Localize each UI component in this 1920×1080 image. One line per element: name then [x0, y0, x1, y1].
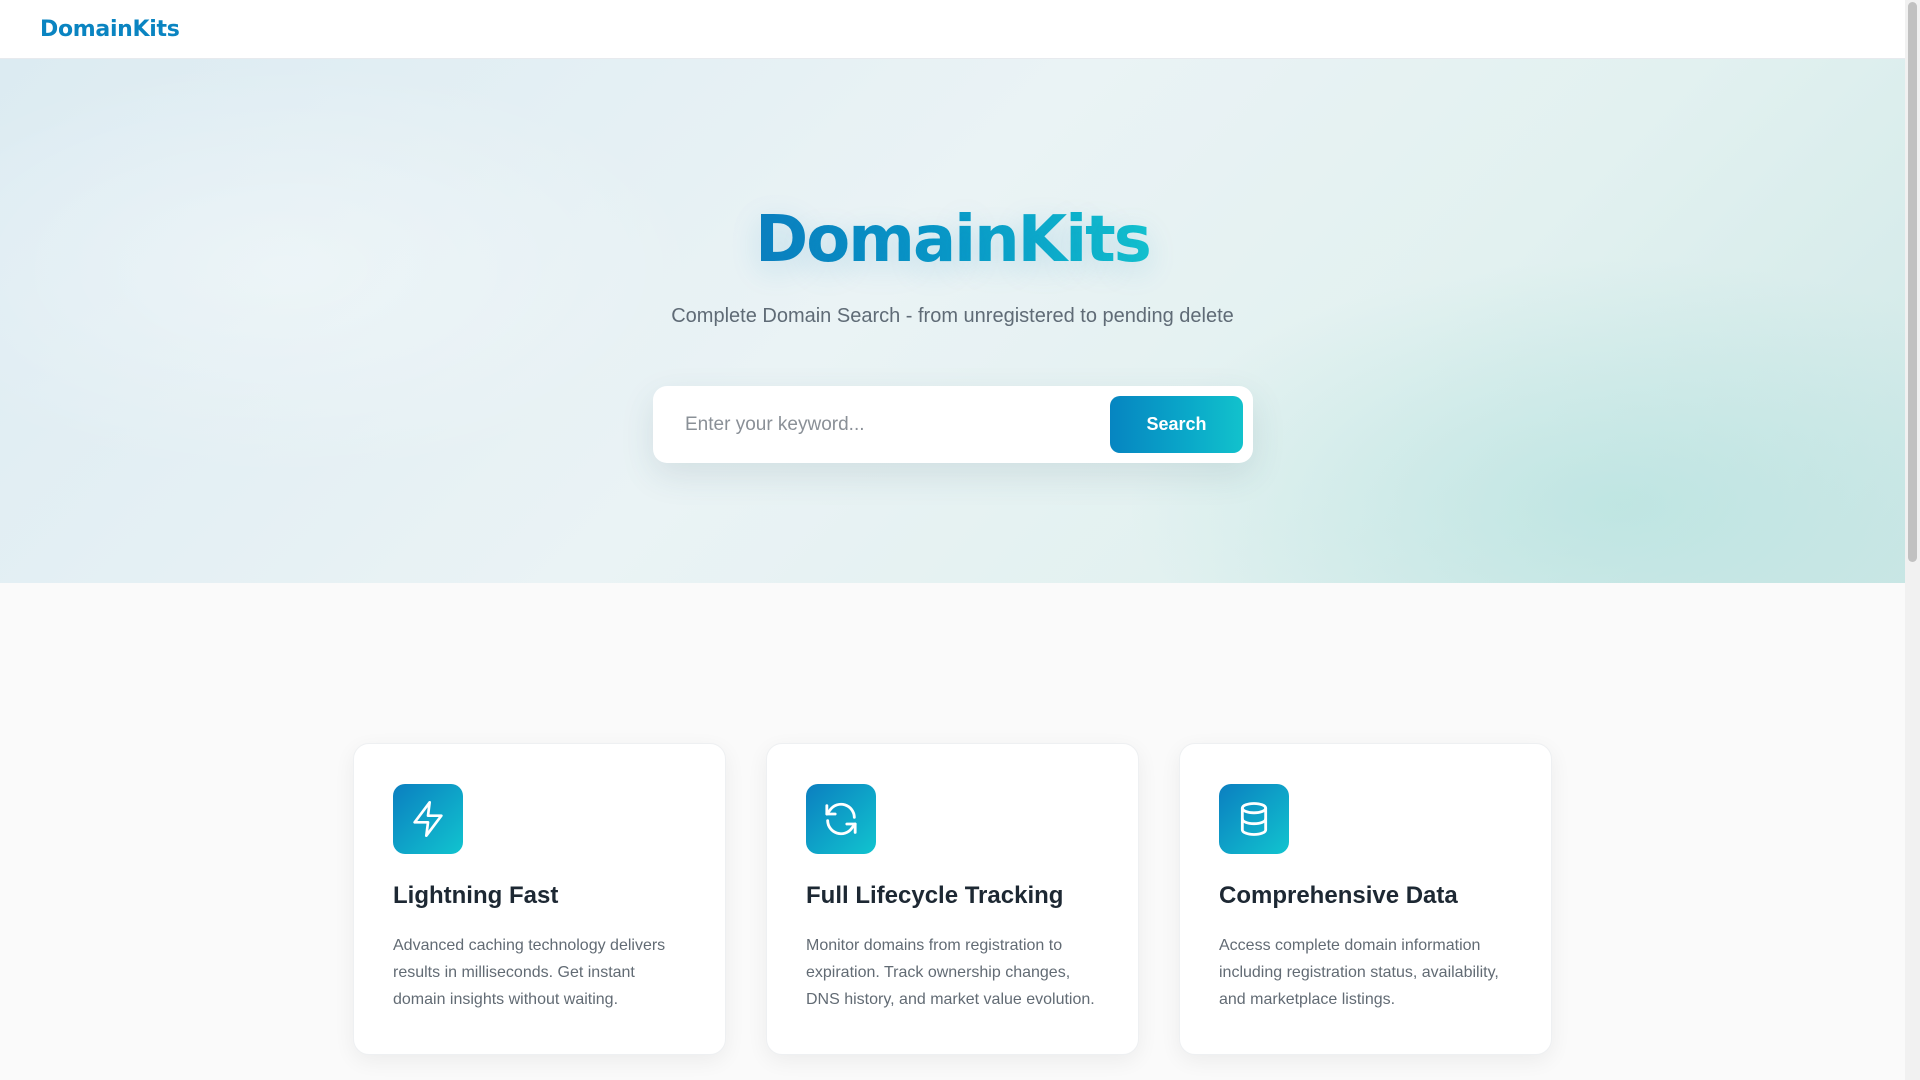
search-box: Search — [653, 386, 1253, 463]
feature-card-lightning-fast: Lightning Fast Advanced caching technolo… — [353, 743, 726, 1055]
hero-section: DomainKits Complete Domain Search - from… — [0, 59, 1905, 583]
page: DomainKits DomainKits Complete Domain Se… — [0, 0, 1920, 1080]
database-icon — [1219, 784, 1289, 854]
feature-title: Comprehensive Data — [1219, 882, 1458, 909]
scrollbar-thumb[interactable] — [1908, 2, 1917, 562]
feature-card-comprehensive-data: Comprehensive Data Access complete domai… — [1179, 743, 1552, 1055]
brand-logo-link[interactable]: DomainKits — [40, 17, 180, 42]
feature-title: Full Lifecycle Tracking — [806, 882, 1064, 909]
hero-title-text: DomainKits — [755, 203, 1152, 277]
refresh-cycle-icon — [806, 784, 876, 854]
feature-card-lifecycle-tracking: Full Lifecycle Tracking Monitor domains … — [766, 743, 1139, 1055]
top-nav: DomainKits — [0, 0, 1905, 59]
search-input[interactable] — [685, 396, 1110, 453]
hero-title: DomainKits — [0, 195, 1905, 285]
features-section: Lightning Fast Advanced caching technolo… — [0, 583, 1905, 1080]
feature-title: Lightning Fast — [393, 882, 559, 909]
hero-subtitle: Complete Domain Search - from unregister… — [671, 305, 1234, 327]
search-button[interactable]: Search — [1110, 396, 1243, 453]
feature-description: Monitor domains from registration to exp… — [806, 937, 1095, 1008]
lightning-icon — [393, 784, 463, 854]
feature-description: Advanced caching technology delivers res… — [393, 937, 666, 1008]
vertical-scrollbar[interactable] — [1905, 0, 1920, 1080]
feature-description: Access complete domain information inclu… — [1219, 937, 1499, 1008]
